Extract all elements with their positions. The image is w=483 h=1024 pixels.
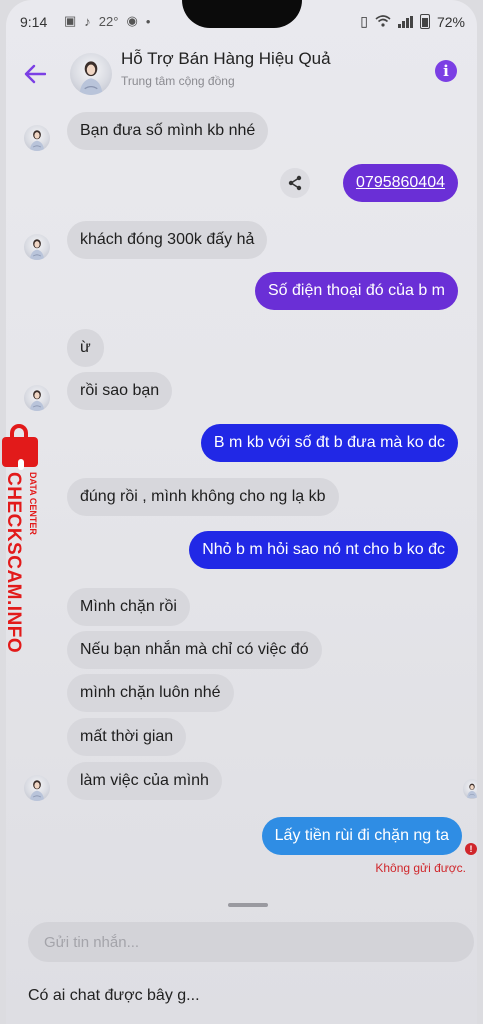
error-icon[interactable]: ! (465, 843, 477, 855)
message-bubble-sent[interactable]: 0795860404 (343, 164, 458, 202)
message-bubble-received[interactable]: làm việc của mình (67, 762, 222, 800)
message-bubble-sent[interactable]: Nhỏ b m hỏi sao nó nt cho b ko đc (189, 531, 458, 569)
checkscam-watermark: DATA CENTER CHECKSCAM.INFO (0, 424, 40, 664)
status-time: 9:14 (20, 14, 48, 30)
back-arrow-icon[interactable] (24, 64, 47, 87)
contact-subtitle: Trung tâm cộng đồng (121, 74, 235, 88)
app-notification-icon: ◉ (126, 13, 138, 28)
share-icon[interactable] (280, 168, 310, 198)
sender-avatar[interactable] (24, 385, 50, 411)
gallery-icon: ▣ (64, 13, 77, 28)
drag-handle[interactable] (228, 903, 268, 907)
battery-level: 72% (436, 13, 465, 30)
message-bubble-received[interactable]: khách đóng 300k đấy hả (67, 221, 268, 259)
send-failed-label[interactable]: Không gửi được. (375, 861, 466, 875)
wifi-icon (375, 14, 391, 30)
sender-avatar[interactable] (24, 775, 50, 801)
phone-number-link[interactable]: 0795860404 (356, 174, 445, 191)
tiktok-icon: ♪ (84, 13, 91, 29)
contact-name[interactable]: Hỗ Trợ Bán Hàng Hiệu Quả (121, 49, 331, 69)
vibrate-icon: ▯ (360, 13, 368, 29)
sender-avatar[interactable] (24, 234, 50, 260)
status-bar: 9:14 ▣ ♪ 22° ◉ • ▯ 72% (6, 0, 477, 42)
status-right-icons: ▯ 72% (360, 13, 465, 30)
message-input[interactable] (28, 922, 474, 962)
chat-header: Hỗ Trợ Bán Hàng Hiệu Quả Trung tâm cộng … (6, 42, 477, 104)
status-left-icons: ▣ ♪ 22° ◉ • (64, 13, 150, 29)
message-bubble-received[interactable]: mình chặn luôn nhé (67, 674, 234, 712)
message-bubble-sent[interactable]: B m kb với số đt b đưa mà ko dc (200, 424, 458, 462)
watermark-brand: CHECKSCAM.INFO (3, 472, 24, 654)
info-icon[interactable]: i (435, 60, 457, 82)
message-bubble-received[interactable]: đúng rồi , mình không cho ng lạ kb (67, 478, 339, 516)
message-bubble-received[interactable]: rồi sao bạn (67, 372, 173, 410)
message-composer[interactable] (28, 922, 474, 962)
dot-icon: • (145, 13, 151, 29)
sender-avatar[interactable] (24, 125, 50, 151)
seen-avatar (463, 779, 477, 799)
contact-avatar[interactable] (70, 53, 112, 95)
signal-icon (397, 15, 413, 28)
battery-icon (419, 14, 430, 29)
message-bubble-failed[interactable]: Lấy tiền rùi đi chặn ng ta (261, 817, 462, 855)
suggested-reply[interactable]: Có ai chat được bây g... (28, 987, 200, 1005)
messenger-screen: 9:14 ▣ ♪ 22° ◉ • ▯ 72% Hỗ Trợ Bán Hàng H… (6, 0, 477, 1024)
message-bubble-sent[interactable]: Số điện thoại đó của b m (254, 272, 458, 310)
camera-notch (181, 0, 302, 28)
watermark-tag: DATA CENTER (28, 472, 38, 535)
message-bubble-received[interactable]: Bạn đưa số mình kb nhé (67, 112, 269, 150)
message-bubble-received[interactable]: ừ (67, 329, 104, 367)
temperature: 22° (98, 13, 119, 29)
message-bubble-received[interactable]: mất thời gian (67, 718, 187, 756)
message-bubble-received[interactable]: Mình chặn rồi (67, 588, 190, 626)
message-bubble-received[interactable]: Nếu bạn nhắn mà chỉ có việc đó (67, 631, 322, 669)
